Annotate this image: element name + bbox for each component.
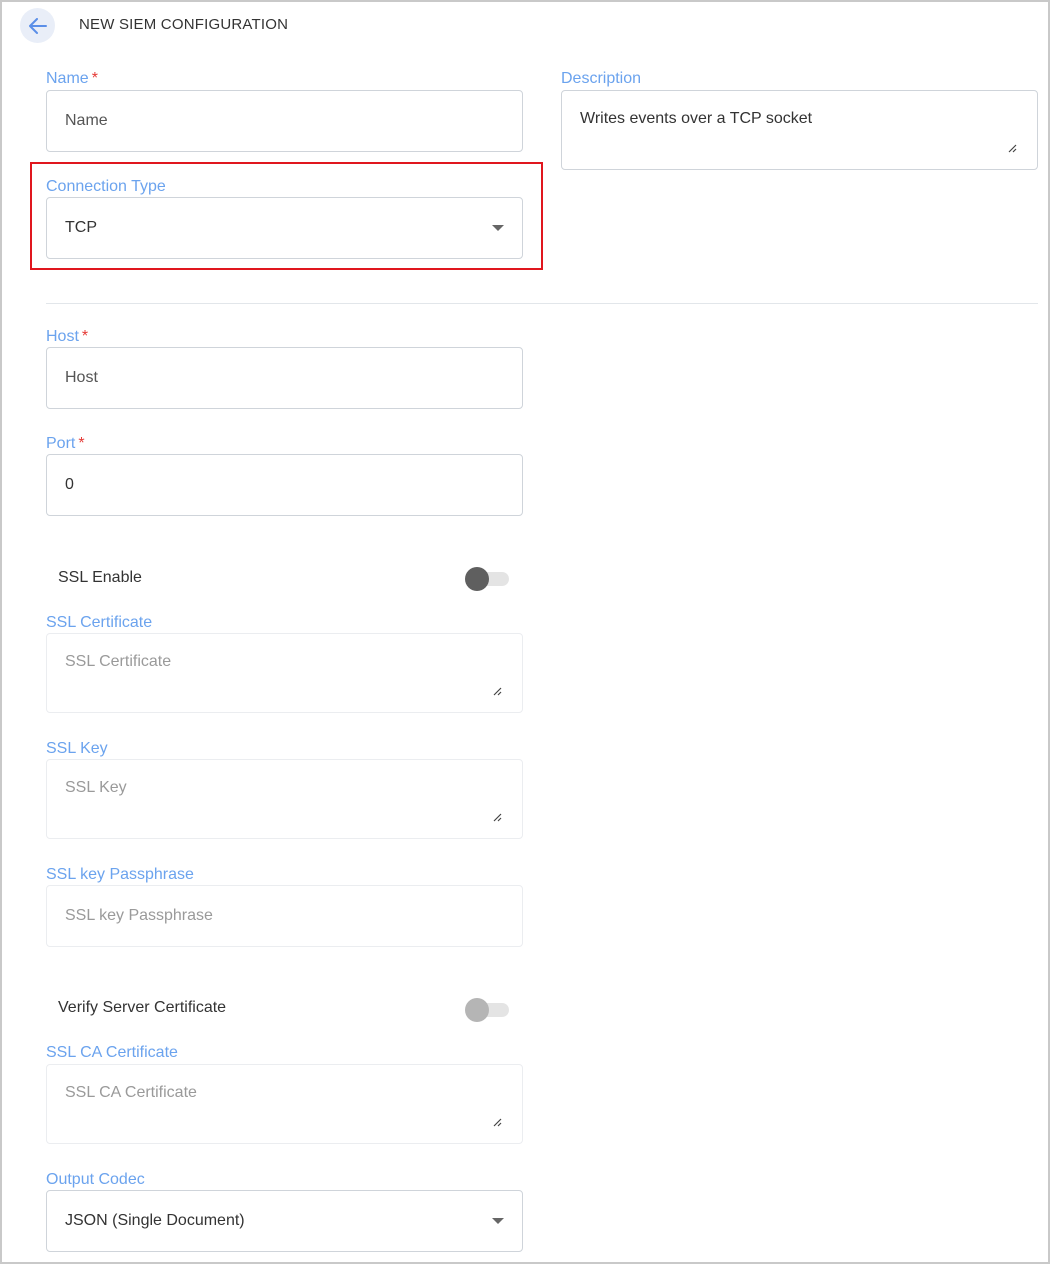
resize-grip-icon[interactable] xyxy=(492,686,502,696)
connection-type-value: TCP xyxy=(65,219,97,236)
description-label: Description xyxy=(561,70,642,87)
page-title: NEW SIEM CONFIGURATION xyxy=(79,16,289,33)
host-label-text: Host xyxy=(46,328,79,345)
port-value: 0 xyxy=(65,476,74,493)
verify-server-certificate-label: Verify Server Certificate xyxy=(58,999,227,1016)
port-label-text: Port xyxy=(46,435,76,452)
resize-grip-icon[interactable] xyxy=(492,1117,502,1127)
section-divider xyxy=(46,303,1038,304)
output-codec-value: JSON (Single Document) xyxy=(65,1212,245,1229)
output-codec-label: Output Codec xyxy=(46,1171,145,1188)
ssl-certificate-textarea[interactable]: SSL Certificate xyxy=(46,633,523,713)
required-mark: * xyxy=(78,435,85,452)
ssl-ca-certificate-placeholder: SSL CA Certificate xyxy=(65,1084,197,1101)
ssl-enable-toggle[interactable] xyxy=(465,566,509,591)
arrow-left-icon xyxy=(28,17,47,34)
port-input[interactable]: 0 xyxy=(46,454,523,516)
name-label-text: Name xyxy=(46,70,89,87)
caret-down-icon xyxy=(492,225,504,231)
connection-type-select[interactable]: TCP xyxy=(46,197,523,259)
output-codec-select[interactable]: JSON (Single Document) xyxy=(46,1190,523,1252)
name-placeholder: Name xyxy=(65,112,108,129)
back-button[interactable] xyxy=(20,8,55,43)
ssl-key-passphrase-placeholder: SSL key Passphrase xyxy=(65,907,213,924)
caret-down-icon xyxy=(492,1218,504,1224)
required-mark: * xyxy=(91,70,98,87)
host-placeholder: Host xyxy=(65,369,98,386)
ssl-ca-certificate-textarea[interactable]: SSL CA Certificate xyxy=(46,1064,523,1144)
ssl-key-passphrase-input[interactable]: SSL key Passphrase xyxy=(46,885,523,947)
resize-grip-icon[interactable] xyxy=(1007,143,1017,153)
resize-grip-icon[interactable] xyxy=(492,812,502,822)
description-value: Writes events over a TCP socket xyxy=(580,110,813,127)
toggle-thumb xyxy=(465,567,489,591)
ssl-key-placeholder: SSL Key xyxy=(65,779,127,796)
ssl-enable-label: SSL Enable xyxy=(58,569,142,586)
required-mark: * xyxy=(81,328,89,345)
ssl-key-passphrase-label: SSL key Passphrase xyxy=(46,866,194,883)
name-label: Name * xyxy=(46,70,98,88)
description-textarea[interactable]: Writes events over a TCP socket xyxy=(561,90,1038,170)
connection-type-label: Connection Type xyxy=(46,178,166,195)
toggle-thumb xyxy=(465,998,489,1022)
ssl-certificate-label: SSL Certificate xyxy=(46,614,153,631)
ssl-key-textarea[interactable]: SSL Key xyxy=(46,759,523,839)
name-input[interactable]: Name xyxy=(46,90,523,152)
ssl-key-label: SSL Key xyxy=(46,740,108,757)
port-label: Port * xyxy=(46,435,85,453)
ssl-certificate-placeholder: SSL Certificate xyxy=(65,653,172,670)
host-input[interactable]: Host xyxy=(46,347,523,409)
ssl-ca-certificate-label: SSL CA Certificate xyxy=(46,1044,178,1061)
host-label: Host * xyxy=(46,328,88,346)
verify-server-certificate-toggle[interactable] xyxy=(465,997,509,1022)
